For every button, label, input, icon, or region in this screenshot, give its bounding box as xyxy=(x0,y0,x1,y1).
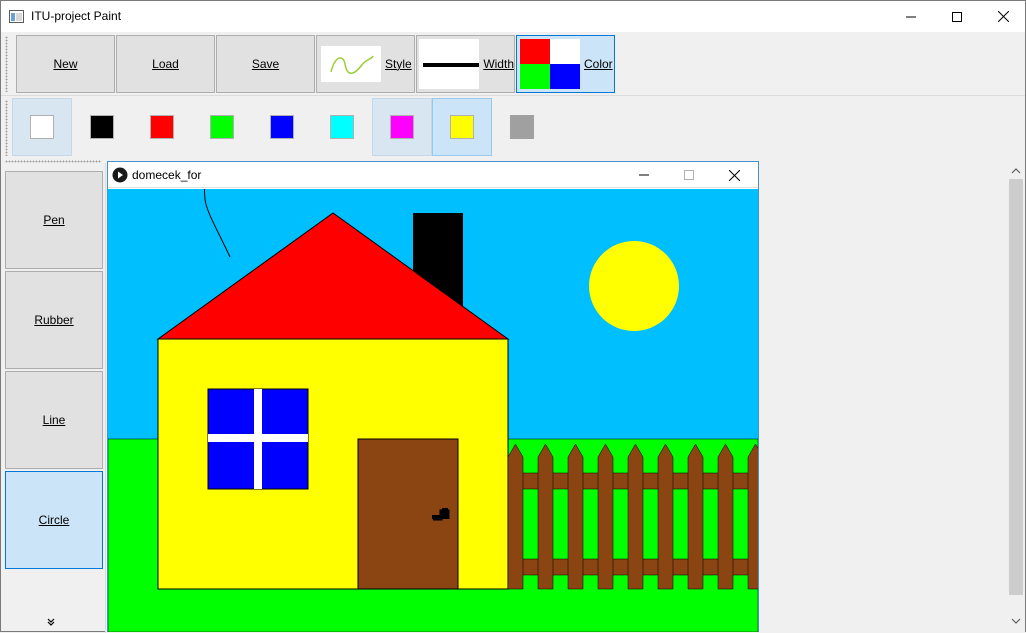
doc-minimize-button[interactable] xyxy=(624,162,664,188)
swatch-magenta-chip xyxy=(390,115,414,139)
minimize-icon xyxy=(906,16,916,17)
document-title: domecek_for xyxy=(132,168,202,182)
line-width-icon xyxy=(419,39,480,89)
drawing-canvas[interactable] xyxy=(108,189,758,632)
document-icon xyxy=(112,167,128,183)
maximize-icon xyxy=(952,11,962,22)
minimize-button[interactable] xyxy=(888,1,934,32)
close-icon xyxy=(997,11,1009,22)
fence-picket xyxy=(717,443,734,590)
main-toolbar: New Load Save Style Width Color xyxy=(1,32,1025,96)
fence-picket xyxy=(507,443,524,590)
swatch-cyan-chip xyxy=(330,115,354,139)
style-label: Style xyxy=(385,57,412,71)
mdi-area: domecek_for xyxy=(106,160,1008,632)
width-button[interactable]: Width xyxy=(416,35,515,93)
fence-picket xyxy=(627,443,644,590)
rubber-tool-button[interactable]: Rubber xyxy=(5,271,103,369)
app-window: ITU-project Paint New Load Save Style Wi… xyxy=(0,0,1026,633)
fence xyxy=(507,443,758,590)
swatch-green-chip xyxy=(210,115,234,139)
scrollbar-thumb[interactable] xyxy=(1009,179,1023,595)
palette-toolbar xyxy=(1,97,1025,159)
swatch-yellow[interactable] xyxy=(432,98,492,156)
more-tools-chevron-icon[interactable] xyxy=(47,618,55,629)
rubber-label: Rubber xyxy=(34,313,74,327)
line-style-icon xyxy=(321,46,381,82)
swatch-black-chip xyxy=(90,115,114,139)
swatch-gray[interactable] xyxy=(492,98,552,156)
toolbar-grip[interactable] xyxy=(5,36,8,92)
line-tool-button[interactable]: Line xyxy=(5,371,103,469)
window-cross-horizontal xyxy=(208,434,308,442)
save-button[interactable]: Save xyxy=(216,35,315,93)
palette-grip[interactable] xyxy=(5,100,8,156)
color-grid-icon xyxy=(520,39,580,89)
save-label: Save xyxy=(251,57,280,71)
close-button[interactable] xyxy=(980,1,1026,32)
maximize-icon xyxy=(684,170,694,180)
style-button[interactable]: Style xyxy=(316,35,415,93)
fence-picket xyxy=(747,443,758,590)
swatch-blue-chip xyxy=(270,115,294,139)
app-icon xyxy=(9,10,24,23)
fence-picket xyxy=(597,443,614,590)
new-label: New xyxy=(53,57,78,71)
swatch-red[interactable] xyxy=(132,98,192,156)
circle-label: Circle xyxy=(38,513,70,527)
tool-sidebar: Pen Rubber Line Circle xyxy=(1,160,106,633)
load-button[interactable]: Load xyxy=(116,35,215,93)
minimize-icon xyxy=(639,174,649,176)
swatch-green[interactable] xyxy=(192,98,252,156)
load-label: Load xyxy=(152,57,179,71)
swatch-magenta[interactable] xyxy=(372,98,432,156)
fence-picket xyxy=(537,443,554,590)
scroll-up-icon[interactable] xyxy=(1007,163,1025,179)
close-icon xyxy=(728,169,740,181)
fence-picket xyxy=(567,443,584,590)
swatch-yellow-chip xyxy=(450,115,474,139)
document-window: domecek_for xyxy=(107,161,759,632)
fence-picket xyxy=(657,443,674,590)
new-button[interactable]: New xyxy=(16,35,115,93)
doc-maximize-button[interactable] xyxy=(669,162,709,188)
color-button[interactable]: Color xyxy=(516,35,615,93)
swatch-gray-chip xyxy=(510,115,534,139)
swatch-red-chip xyxy=(150,115,174,139)
swatch-blue[interactable] xyxy=(252,98,312,156)
circle-tool-button[interactable]: Circle xyxy=(5,471,103,569)
color-label: Color xyxy=(584,57,613,71)
swatch-black[interactable] xyxy=(72,98,132,156)
window-title: ITU-project Paint xyxy=(31,9,122,23)
pen-tool-button[interactable]: Pen xyxy=(5,171,103,269)
scroll-down-icon[interactable] xyxy=(1007,613,1025,629)
sidebar-grip[interactable] xyxy=(5,160,101,163)
fence-picket xyxy=(687,443,704,590)
swatch-white-chip xyxy=(30,115,54,139)
width-label: Width xyxy=(483,57,514,71)
vertical-scrollbar[interactable] xyxy=(1007,161,1025,633)
doc-close-button[interactable] xyxy=(714,162,754,188)
pen-label: Pen xyxy=(43,213,65,227)
swatch-white[interactable] xyxy=(12,98,72,156)
document-title-bar[interactable]: domecek_for xyxy=(108,162,758,188)
swatch-cyan[interactable] xyxy=(312,98,372,156)
title-bar: ITU-project Paint xyxy=(1,1,1025,32)
maximize-button[interactable] xyxy=(934,1,980,32)
line-label: Line xyxy=(42,413,66,427)
sun xyxy=(589,241,679,331)
